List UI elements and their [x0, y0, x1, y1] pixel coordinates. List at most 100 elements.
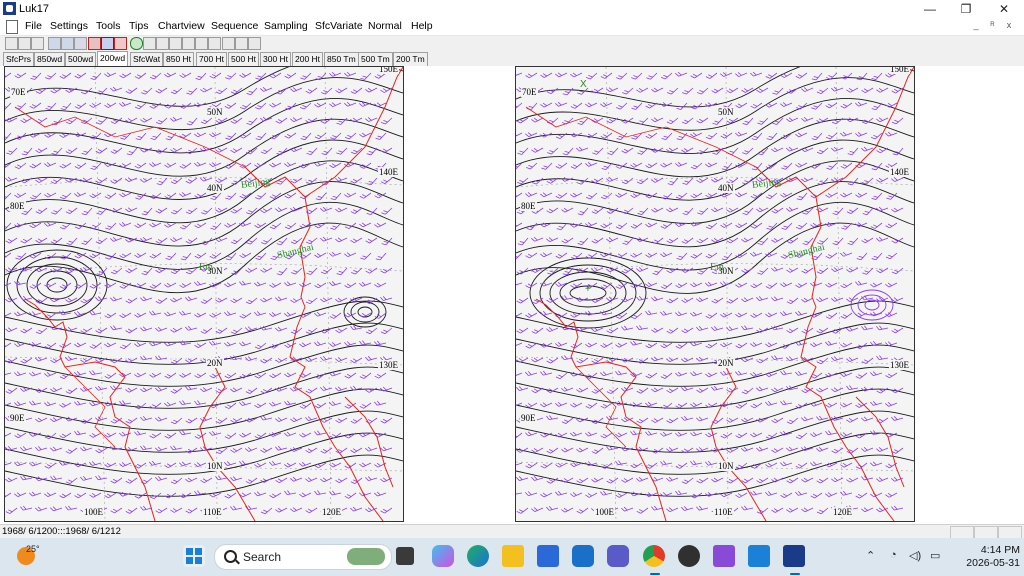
- tab-850wd[interactable]: 850wd: [34, 52, 66, 66]
- wind-barb: [230, 147, 243, 153]
- wind-barb: [74, 492, 87, 499]
- stop-icon[interactable]: [74, 37, 87, 50]
- tab-sfcprs[interactable]: SfcPrs: [3, 52, 35, 66]
- window-icon[interactable]: [222, 37, 235, 50]
- mdi-restore-button[interactable]: ᴿ: [985, 20, 999, 30]
- luk17-taskbar-icon[interactable]: [783, 545, 805, 567]
- wind-barb: [350, 147, 363, 155]
- camera-icon[interactable]: [235, 37, 248, 50]
- new-icon[interactable]: [5, 37, 18, 50]
- wind-barb: [546, 357, 559, 364]
- zoom-icon[interactable]: [248, 37, 261, 50]
- chrome-icon[interactable]: [643, 545, 665, 567]
- menu-normal[interactable]: Normal: [368, 20, 402, 32]
- maximize-button[interactable]: ❐: [948, 0, 984, 18]
- weather-temperature: 25°: [26, 544, 40, 554]
- minimize-button[interactable]: —: [912, 0, 948, 18]
- visual-studio-icon[interactable]: [713, 545, 735, 567]
- copilot-icon[interactable]: [432, 545, 454, 567]
- teams-icon[interactable]: [607, 545, 629, 567]
- save-icon[interactable]: [31, 37, 44, 50]
- tab-300-ht[interactable]: 300 Ht: [260, 52, 292, 66]
- frame-icon[interactable]: [101, 37, 114, 50]
- tab-700-ht[interactable]: 700 Ht: [196, 52, 228, 66]
- wind-barb: [329, 401, 342, 406]
- wind-barb: [50, 87, 63, 94]
- globe-icon[interactable]: [130, 37, 143, 50]
- lon-label-140e: 140E: [378, 167, 399, 177]
- wind-barb: [14, 342, 27, 347]
- store-icon[interactable]: [537, 545, 559, 567]
- mdi-close-button[interactable]: x: [1002, 20, 1016, 30]
- tab-500-ht[interactable]: 500 Ht: [228, 52, 260, 66]
- line-icon[interactable]: [195, 37, 208, 50]
- tab-500wd[interactable]: 500wd: [65, 52, 97, 66]
- tab-850-ht[interactable]: 850 Ht: [163, 52, 195, 66]
- wind-barb: [104, 312, 117, 319]
- wind-barb: [690, 492, 703, 499]
- mdi-minimize-button[interactable]: _: [969, 20, 983, 30]
- outlook-icon[interactable]: [572, 545, 594, 567]
- rewind-icon[interactable]: [48, 37, 61, 50]
- upload-icon[interactable]: [143, 37, 156, 50]
- menu-sfcvariate[interactable]: SfcVariate: [315, 20, 363, 32]
- wind-barb: [119, 282, 132, 289]
- wind-barb: [30, 72, 42, 80]
- barb-icon[interactable]: [182, 37, 195, 50]
- wind-barb: [696, 117, 709, 124]
- wind-barb: [645, 102, 658, 109]
- tab-200-ht[interactable]: 200 Ht: [292, 52, 324, 66]
- step-back-icon[interactable]: [61, 37, 74, 50]
- chevron-up-icon[interactable]: ⌃: [866, 549, 875, 562]
- title-bar: Luk17 — ❐ ✕: [0, 0, 1024, 18]
- edge-icon[interactable]: [467, 545, 489, 567]
- menu-tools[interactable]: Tools: [96, 20, 121, 32]
- menu-settings[interactable]: Settings: [50, 20, 88, 32]
- wind-barb: [526, 102, 538, 111]
- left-weather-map[interactable]: 70E 80E 90E 100E 110E 120E 130E 140E 150…: [4, 66, 404, 522]
- wind-barb: [546, 415, 559, 421]
- task-view-icon[interactable]: [396, 547, 414, 565]
- wind-barb: [591, 387, 604, 394]
- tab-850-tm[interactable]: 850 Tm: [324, 52, 359, 66]
- wind-barb: [765, 400, 778, 406]
- wind-barb: [35, 177, 48, 183]
- remote-desktop-icon[interactable]: [748, 545, 770, 567]
- tab-200-tm[interactable]: 200 Tm: [393, 52, 428, 66]
- height-contour: [516, 454, 914, 497]
- menu-help[interactable]: Help: [411, 20, 433, 32]
- folder-icon[interactable]: [502, 545, 524, 567]
- wind-barb: [254, 491, 267, 497]
- close-button[interactable]: ✕: [986, 0, 1022, 18]
- wind-barb: [585, 192, 598, 200]
- menu-sequence[interactable]: Sequence: [211, 20, 258, 32]
- wind-barb: [314, 282, 327, 289]
- start-icon[interactable]: [183, 545, 205, 567]
- contour-icon[interactable]: [169, 37, 182, 50]
- wind-barb: [690, 282, 703, 288]
- clock[interactable]: 4:14 PM 2026-05-31: [950, 544, 1020, 570]
- grid-icon[interactable]: [156, 37, 169, 50]
- taskbar-search-box[interactable]: Search: [214, 544, 392, 570]
- tab-500-tm[interactable]: 500 Tm: [358, 52, 393, 66]
- draw-icon[interactable]: [208, 37, 221, 50]
- fast-forward-icon[interactable]: [114, 37, 127, 50]
- document-icon[interactable]: [6, 20, 18, 34]
- menu-sampling[interactable]: Sampling: [264, 20, 308, 32]
- menu-chartview[interactable]: Chartview: [158, 20, 205, 32]
- volume-icon[interactable]: ◁): [909, 549, 921, 562]
- media-player-icon[interactable]: [678, 545, 700, 567]
- wind-barb: [90, 72, 102, 81]
- play-icon[interactable]: [88, 37, 101, 50]
- tab-sfcwat[interactable]: SfcWat: [130, 52, 164, 66]
- menu-tips[interactable]: Tips: [129, 20, 148, 32]
- menu-file[interactable]: File: [25, 20, 42, 32]
- wind-barb: [585, 102, 598, 108]
- tab-200wd[interactable]: 200wd: [97, 51, 129, 67]
- open-icon[interactable]: [18, 37, 31, 50]
- wind-barb: [540, 132, 553, 138]
- wifi-icon[interactable]: ◔: [890, 549, 897, 561]
- wind-barb: [555, 132, 568, 140]
- right-weather-map[interactable]: 70E 80E 90E 100E 110E 120E 130E 140E 150…: [515, 66, 915, 522]
- battery-icon[interactable]: ▭: [930, 549, 940, 562]
